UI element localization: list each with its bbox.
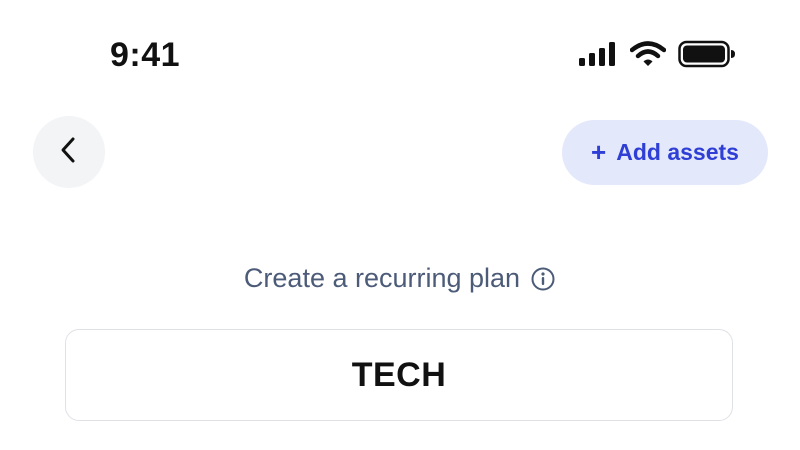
status-time: 9:41	[110, 36, 181, 74]
chevron-left-icon	[59, 136, 79, 169]
cellular-signal-icon	[578, 41, 618, 67]
plus-icon: +	[591, 136, 607, 167]
add-assets-button[interactable]: + Add assets	[562, 120, 768, 185]
add-assets-label: Add assets	[616, 139, 739, 165]
back-button[interactable]	[33, 116, 105, 188]
battery-icon	[678, 40, 736, 68]
plan-name-field[interactable]: TECH	[65, 329, 733, 421]
status-icons	[578, 40, 736, 68]
plan-label-row: Create a recurring plan	[0, 263, 800, 294]
plan-label: Create a recurring plan	[243, 263, 521, 293]
info-icon[interactable]	[530, 266, 556, 292]
recurring-plan-screen: 9:41 + Add assets Create a recurring pla…	[0, 0, 800, 450]
plan-name-value: TECH	[351, 355, 447, 394]
wifi-icon	[630, 41, 666, 67]
